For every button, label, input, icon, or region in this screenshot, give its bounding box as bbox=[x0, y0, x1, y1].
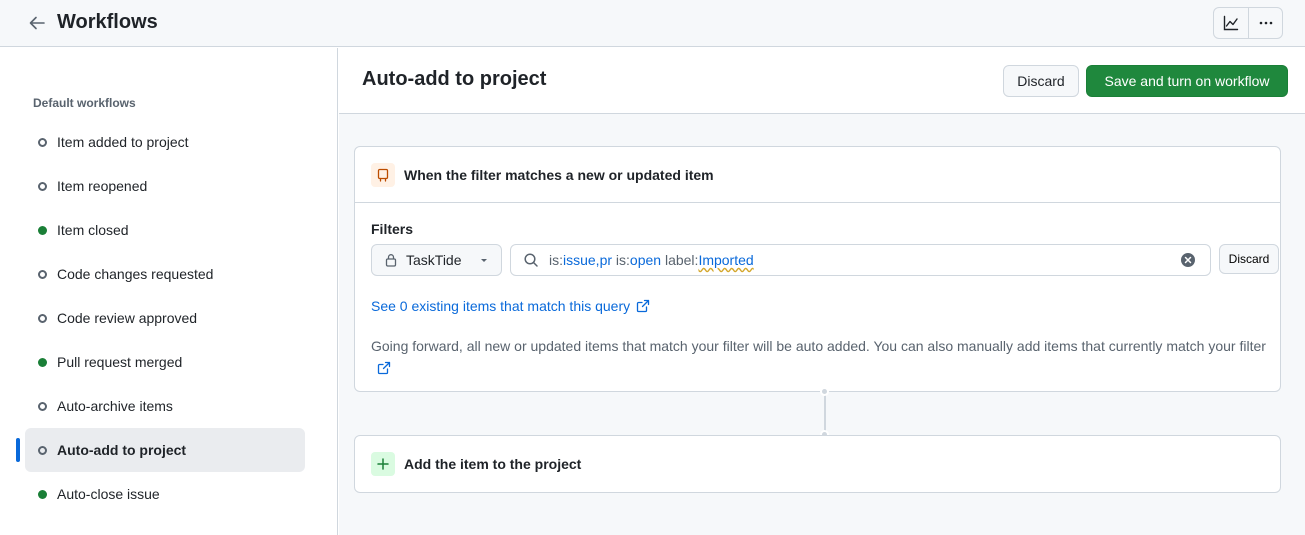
filter-query-text: is:issue,pr is:open label:Imported bbox=[549, 252, 754, 268]
sidebar-item-label: Auto-add to project bbox=[57, 442, 187, 458]
discard-button[interactable]: Discard bbox=[1003, 65, 1079, 97]
action-title: Add the item to the project bbox=[404, 456, 582, 472]
external-link-icon bbox=[636, 299, 650, 313]
caret-down-icon bbox=[481, 259, 487, 262]
sidebar-item-auto-archive-items[interactable]: Auto-archive items bbox=[25, 384, 305, 428]
main-header: Auto-add to project Discard Save and tur… bbox=[339, 48, 1305, 114]
sidebar: Default workflows Item added to project … bbox=[0, 48, 338, 535]
going-forward-description: Going forward, all new or updated items … bbox=[371, 335, 1271, 379]
search-icon bbox=[524, 253, 538, 267]
top-bar: Workflows bbox=[0, 0, 1305, 47]
sidebar-item-label: Item reopened bbox=[57, 178, 148, 194]
sidebar-item-label: Code review approved bbox=[57, 310, 198, 326]
more-options-icon[interactable] bbox=[1248, 8, 1282, 38]
back-arrow-icon[interactable] bbox=[24, 10, 50, 36]
sidebar-item-auto-close-issue[interactable]: Auto-close issue bbox=[25, 472, 305, 516]
save-and-turn-on-button[interactable]: Save and turn on workflow bbox=[1086, 65, 1288, 97]
project-board-icon bbox=[371, 162, 395, 187]
connector-top-dot bbox=[820, 387, 829, 396]
sidebar-item-item-reopened[interactable]: Item reopened bbox=[25, 164, 305, 208]
status-dot-icon bbox=[38, 446, 47, 455]
main-panel: Auto-add to project Discard Save and tur… bbox=[339, 48, 1305, 535]
sidebar-item-code-review-approved[interactable]: Code review approved bbox=[25, 296, 305, 340]
sidebar-item-label: Pull request merged bbox=[57, 354, 183, 370]
external-link-icon[interactable] bbox=[377, 361, 391, 375]
sidebar-item-label: Item closed bbox=[57, 222, 129, 238]
status-dot-icon bbox=[38, 490, 47, 499]
filters-label: Filters bbox=[371, 221, 414, 237]
workflow-nav-list: Item added to project Item reopened Item… bbox=[16, 120, 305, 516]
status-dot-icon bbox=[38, 270, 47, 279]
sidebar-item-label: Auto-archive items bbox=[57, 398, 173, 414]
plus-icon bbox=[371, 452, 395, 476]
workflow-connector bbox=[824, 392, 826, 434]
existing-items-link[interactable]: See 0 existing items that match this que… bbox=[371, 298, 650, 314]
insights-chart-icon[interactable] bbox=[1214, 8, 1248, 38]
discard-filter-button[interactable]: Discard bbox=[1219, 244, 1279, 274]
status-dot-icon bbox=[38, 402, 47, 411]
clear-query-icon[interactable] bbox=[1180, 252, 1196, 268]
trigger-card-header: When the filter matches a new or updated… bbox=[355, 147, 1280, 203]
repository-select[interactable]: TaskTide bbox=[371, 244, 502, 276]
status-dot-icon bbox=[38, 314, 47, 323]
sidebar-item-item-closed[interactable]: Item closed bbox=[25, 208, 305, 252]
trigger-card: When the filter matches a new or updated… bbox=[354, 146, 1281, 392]
status-dot-icon bbox=[38, 182, 47, 191]
sidebar-item-auto-add-to-project[interactable]: Auto-add to project bbox=[16, 428, 305, 472]
filter-query-input[interactable]: is:issue,pr is:open label:Imported bbox=[510, 244, 1211, 276]
page-title: Workflows bbox=[57, 11, 158, 33]
status-dot-icon bbox=[38, 138, 47, 147]
status-dot-icon bbox=[38, 358, 47, 367]
sidebar-item-label: Item added to project bbox=[57, 134, 189, 150]
trigger-title: When the filter matches a new or updated… bbox=[404, 166, 714, 183]
workflow-title: Auto-add to project bbox=[362, 68, 547, 90]
sidebar-heading: Default workflows bbox=[33, 96, 136, 110]
sidebar-item-label: Code changes requested bbox=[57, 266, 214, 282]
repository-name: TaskTide bbox=[406, 252, 462, 268]
lock-icon bbox=[385, 254, 397, 267]
header-actions bbox=[1213, 7, 1283, 39]
status-dot-icon bbox=[38, 226, 47, 235]
sidebar-item-pull-request-merged[interactable]: Pull request merged bbox=[25, 340, 305, 384]
existing-items-link-text: See 0 existing items that match this que… bbox=[371, 298, 631, 314]
action-card[interactable]: Add the item to the project bbox=[354, 435, 1281, 493]
sidebar-item-label: Auto-close issue bbox=[57, 486, 160, 502]
sidebar-item-code-changes-requested[interactable]: Code changes requested bbox=[25, 252, 305, 296]
sidebar-item-item-added-to-project[interactable]: Item added to project bbox=[25, 120, 305, 164]
